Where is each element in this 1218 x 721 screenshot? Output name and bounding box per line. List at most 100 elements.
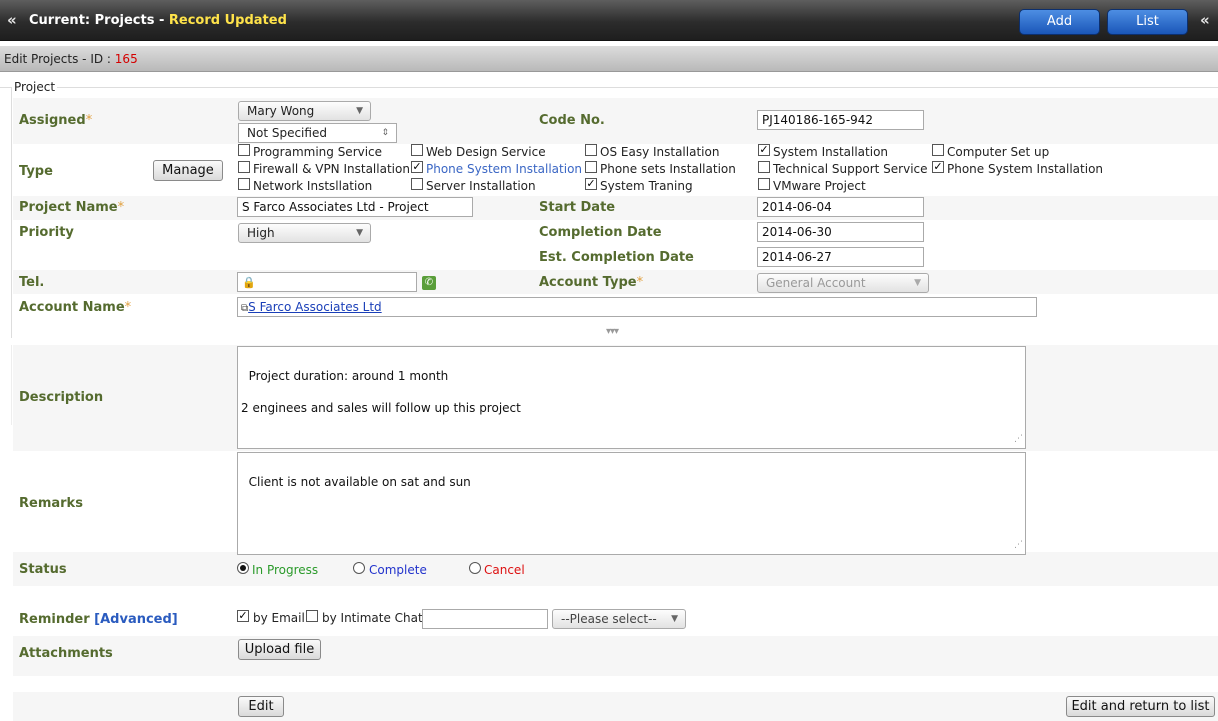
tel-label: Tel. [19,275,45,290]
code-label: Code No. [539,113,605,128]
completion-date-input[interactable]: 2014-06-30 [757,222,924,242]
reminder-chat-label: by Intimate Chat [322,611,423,625]
record-updated-status: Record Updated [168,13,287,28]
status-in-progress-radio[interactable] [237,562,249,574]
status-complete-label: Complete [369,563,427,577]
type-option-checkbox[interactable]: ✓ [758,144,770,156]
type-option-checkbox[interactable]: ✓ [932,161,944,173]
reminder-email-checkbox[interactable]: ✓ [237,610,249,622]
manage-button[interactable]: Manage [153,160,223,181]
type-option-label: Programming Service [253,145,383,159]
type-option-checkbox[interactable] [585,144,597,156]
code-input[interactable]: PJ140186-165-942 [757,110,924,130]
sub-header: Edit Projects - ID : 165 [0,46,1218,72]
collapse-right-icon[interactable]: « [1200,11,1210,29]
type-option-checkbox[interactable] [585,161,597,173]
type-option-label: Phone System Installation [426,162,583,176]
list-button[interactable]: List [1107,9,1188,35]
type-option-checkbox[interactable] [238,178,250,190]
assigned-secondary-select[interactable]: Not Specified ⇕ [238,123,397,143]
row-bg-attachments [13,636,1218,676]
remarks-text: Client is not available on sat and sun [248,475,471,489]
edit-heading: Edit Projects - ID : 165 [4,52,138,66]
type-option-checkbox[interactable] [238,161,250,173]
resize-grip-icon[interactable]: ⋰ [1014,537,1023,553]
type-option-label: Phone System Installation [947,162,1104,176]
est-completion-date-input[interactable]: 2014-06-27 [757,247,924,267]
description-label: Description [19,390,104,405]
top-bar: « Current: Projects - Record Updated Add… [0,0,1218,41]
reminder-label: Reminder [Advanced] [19,612,178,627]
type-option-checkbox[interactable] [411,178,423,190]
type-option-checkbox[interactable] [238,144,250,156]
project-name-label: Project Name* [19,200,125,215]
add-button[interactable]: Add [1019,9,1100,35]
attachments-label: Attachments [19,646,113,661]
remarks-textarea[interactable]: Client is not available on sat and sun ⋰ [237,452,1026,555]
expand-toggle-icon[interactable]: ▾▾▾ [606,326,619,337]
edit-and-return-button[interactable]: Edit and return to list [1066,696,1215,717]
type-option-label: Technical Support Service [773,162,928,176]
fieldset-legend: Project [12,80,58,94]
collapse-left-icon[interactable]: « [7,11,17,29]
row-bg-assigned [13,98,1218,144]
type-option-checkbox[interactable] [932,144,944,156]
type-option-label: Firewall & VPN Installation [253,162,410,176]
upload-file-button[interactable]: Upload file [238,639,321,660]
footer-bar [13,692,1218,721]
type-label: Type [19,164,53,179]
account-type-select[interactable]: General Account ▼ [757,273,929,293]
type-option-label: Network Instsllation [253,179,373,193]
edit-heading-label: Edit Projects - ID : [4,52,111,66]
account-type-label: Account Type* [539,275,644,290]
status-cancel-label: Cancel [484,563,525,577]
resize-grip-icon[interactable]: ⋰ [1014,431,1023,447]
type-option-checkbox[interactable] [758,178,770,190]
type-option-label: VMware Project [773,179,866,193]
row-bg-status [13,552,1218,586]
type-option-checkbox[interactable]: ✓ [411,161,423,173]
account-name-field[interactable]: ⧉S Farco Associates Ltd [237,297,1037,317]
dropdown-arrow-icon: ▼ [356,228,363,238]
edit-button[interactable]: Edit [238,696,284,717]
fieldset-border [0,87,1218,88]
type-option-label: Computer Set up [947,145,1050,159]
dropdown-arrow-icon: ▼ [356,106,363,116]
type-option-label: Phone sets Installation [600,162,736,176]
type-option-checkbox[interactable] [758,161,770,173]
priority-select[interactable]: High ▼ [238,223,371,243]
assigned-select[interactable]: Mary Wong ▼ [238,101,371,121]
row-bg-name [13,196,1218,220]
dropdown-arrow-icon: ▼ [671,614,678,624]
start-date-input[interactable]: 2014-06-04 [757,197,924,217]
start-date-label: Start Date [539,200,616,215]
type-option-checkbox[interactable] [411,144,423,156]
type-option-label: System Traning [600,179,693,193]
page-title: Current: Projects - Record Updated [29,12,287,30]
assigned-label: Assigned* [19,113,93,128]
reminder-chat-checkbox[interactable] [306,610,318,622]
reminder-select[interactable]: --Please select-- ▼ [552,609,686,629]
remarks-label: Remarks [19,496,83,511]
tel-input[interactable]: 🔒 [237,272,417,292]
status-complete-radio[interactable] [353,562,365,574]
type-option-label: Web Design Service [426,145,546,159]
type-option-label: Server Installation [426,179,536,193]
description-textarea[interactable]: Project duration: around 1 month 2 engin… [237,346,1026,449]
type-option-checkbox[interactable]: ✓ [585,178,597,190]
status-cancel-radio[interactable] [469,562,481,574]
project-name-input[interactable]: S Farco Associates Ltd - Project [237,197,473,217]
phone-call-icon[interactable]: ✆ [422,276,436,290]
description-text: Project duration: around 1 month 2 engin… [241,369,521,415]
section-border-left [11,345,12,425]
type-option-label: OS Easy Installation [600,145,720,159]
reminder-datetime-input[interactable] [422,609,548,629]
completion-date-label: Completion Date [539,225,662,240]
status-in-progress-label: In Progress [252,563,319,577]
account-name-label: Account Name* [19,300,132,315]
dropdown-arrow-icon: ▼ [914,278,921,288]
type-option-label: System Installation [773,145,889,159]
reminder-email-label: by Email [253,611,305,625]
advanced-link[interactable]: [Advanced] [94,612,178,627]
account-name-link[interactable]: S Farco Associates Ltd [248,300,382,314]
